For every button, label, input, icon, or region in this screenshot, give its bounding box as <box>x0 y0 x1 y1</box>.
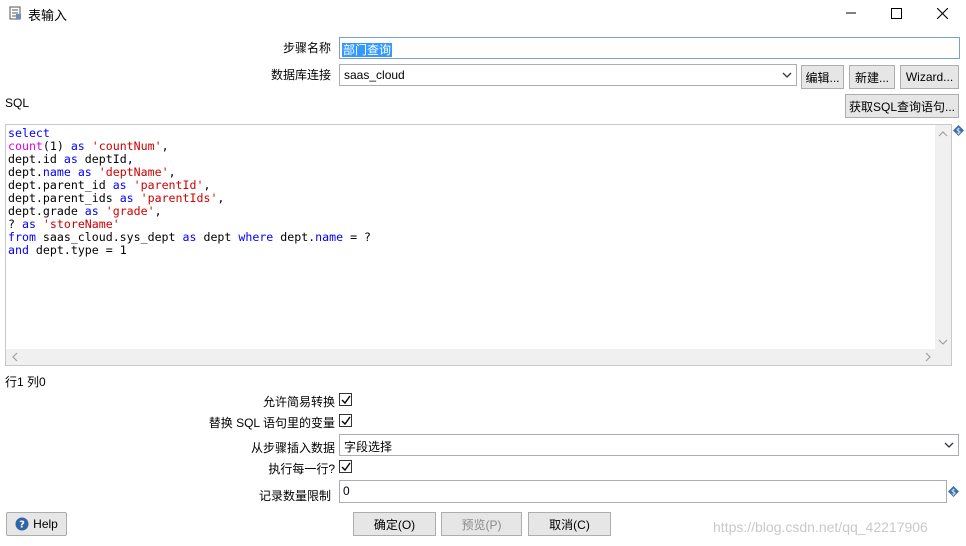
svg-text:$: $ <box>951 488 956 497</box>
insert-from-step-select[interactable]: 字段选择 <box>339 434 959 456</box>
scroll-corner <box>935 349 951 365</box>
preview-button[interactable]: 预览(P) <box>441 512 522 536</box>
lazy-conversion-checkbox[interactable] <box>339 393 352 406</box>
help-label: Help <box>33 517 58 531</box>
svg-text:$: $ <box>956 127 961 136</box>
help-icon: ? <box>15 517 29 531</box>
lazy-conversion-label: 允许简易转换 <box>262 395 335 409</box>
replace-variables-label: 替换 SQL 语句里的变量 <box>208 416 335 430</box>
window-title: 表输入 <box>28 8 68 23</box>
chevron-down-icon <box>782 72 792 78</box>
chevron-down-icon <box>944 442 954 448</box>
limit-label: 记录数量限制 <box>258 489 331 503</box>
minimize-button[interactable] <box>828 0 874 26</box>
scroll-left-icon <box>12 352 18 362</box>
sql-label: SQL <box>5 96 30 110</box>
db-connection-label: 数据库连接 <box>270 68 331 82</box>
replace-variables-checkbox[interactable] <box>339 414 352 427</box>
edit-connection-button[interactable]: 编辑... <box>801 65 844 89</box>
table-input-icon <box>9 6 21 20</box>
db-connection-value: saas_cloud <box>344 68 405 82</box>
variable-icon: $ <box>953 125 964 136</box>
insert-from-step-value: 字段选择 <box>344 440 393 454</box>
minimize-icon <box>846 12 856 14</box>
scroll-up-icon <box>938 131 948 137</box>
checkmark-icon <box>341 416 351 426</box>
title-bar: 表输入 <box>0 0 966 26</box>
watermark: https://blog.csdn.net/qq_42217906 <box>713 519 928 535</box>
maximize-button[interactable] <box>873 0 919 26</box>
limit-input[interactable]: 0 <box>339 480 947 503</box>
new-connection-button[interactable]: 新建... <box>849 65 895 89</box>
svg-text:?: ? <box>19 520 25 531</box>
wizard-button[interactable]: Wizard... <box>900 65 959 89</box>
close-icon <box>936 7 948 19</box>
vertical-scrollbar[interactable] <box>935 125 951 351</box>
maximize-icon <box>890 7 902 19</box>
execute-each-row-checkbox[interactable] <box>339 460 352 473</box>
horizontal-scrollbar[interactable] <box>6 349 951 365</box>
sql-editor[interactable]: select count(1) as 'countNum', dept.id a… <box>5 124 952 366</box>
help-button[interactable]: ? Help <box>6 512 67 536</box>
step-name-value: 部门查询 <box>342 43 393 57</box>
insert-from-step-label: 从步骤插入数据 <box>250 441 335 455</box>
scroll-right-icon <box>925 352 931 362</box>
checkmark-icon <box>341 395 351 405</box>
sql-code: select count(1) as 'countNum', dept.id a… <box>8 126 372 257</box>
step-name-input[interactable]: 部门查询 <box>339 37 960 59</box>
step-name-label: 步骤名称 <box>282 41 331 55</box>
close-button[interactable] <box>919 0 965 26</box>
get-sql-button[interactable]: 获取SQL查询语句... <box>845 94 959 118</box>
checkmark-icon <box>341 462 351 472</box>
limit-value: 0 <box>343 484 350 498</box>
cancel-button[interactable]: 取消(C) <box>528 512 611 536</box>
variable-icon: $ <box>948 486 959 497</box>
execute-each-row-label: 执行每一行? <box>268 462 335 476</box>
db-connection-select[interactable]: saas_cloud <box>339 64 797 86</box>
ok-button[interactable]: 确定(O) <box>353 512 436 536</box>
cursor-position: 行1 列0 <box>5 375 46 389</box>
scroll-down-icon <box>938 339 948 345</box>
